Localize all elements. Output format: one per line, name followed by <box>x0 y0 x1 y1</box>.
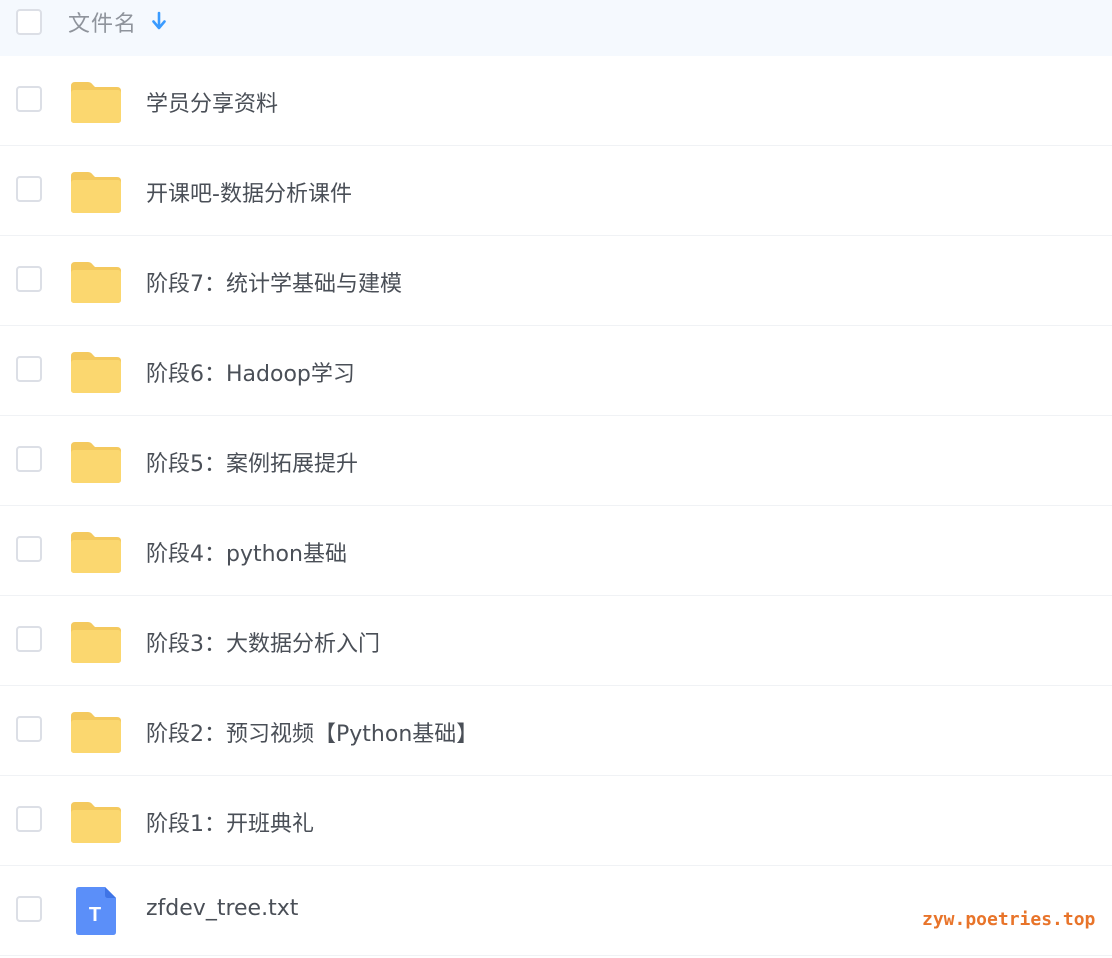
row-checkbox[interactable] <box>16 266 42 292</box>
folder-icon <box>71 712 121 753</box>
list-item[interactable]: 开课吧-数据分析课件 <box>0 146 1112 236</box>
file-name[interactable]: 阶段4：python基础 <box>146 536 347 568</box>
file-name[interactable]: 阶段5：案例拓展提升 <box>146 446 358 478</box>
list-item[interactable]: 阶段3：大数据分析入门 <box>0 596 1112 686</box>
file-type-letter: T <box>89 904 101 926</box>
arrow-down-icon[interactable] <box>150 10 168 32</box>
row-checkbox[interactable] <box>16 446 42 472</box>
list-item[interactable]: 阶段5：案例拓展提升 <box>0 416 1112 506</box>
file-name[interactable]: 开课吧-数据分析课件 <box>146 176 352 208</box>
row-checkbox[interactable] <box>16 356 42 382</box>
file-name[interactable]: 阶段7：统计学基础与建模 <box>146 266 402 298</box>
list-item[interactable]: 学员分享资料 <box>0 56 1112 146</box>
file-name[interactable]: 学员分享资料 <box>146 86 278 118</box>
row-checkbox[interactable] <box>16 536 42 562</box>
select-all-checkbox[interactable] <box>16 9 42 35</box>
folder-icon <box>71 262 121 303</box>
folder-icon <box>71 442 121 483</box>
row-checkbox[interactable] <box>16 176 42 202</box>
row-checkbox[interactable] <box>16 716 42 742</box>
folder-icon <box>71 172 121 213</box>
file-name[interactable]: 阶段3：大数据分析入门 <box>146 626 380 658</box>
file-list: 学员分享资料 开课吧-数据分析课件 阶段7：统计学基础与建模 阶段6：Hadoo… <box>0 56 1112 956</box>
list-item[interactable]: 阶段2：预习视频【Python基础】 <box>0 686 1112 776</box>
text-file-icon: T <box>76 887 116 935</box>
folder-icon <box>71 802 121 843</box>
folder-icon <box>71 532 121 573</box>
list-item[interactable]: 阶段7：统计学基础与建模 <box>0 236 1112 326</box>
file-name[interactable]: zfdev_tree.txt <box>146 896 298 921</box>
row-checkbox[interactable] <box>16 806 42 832</box>
folder-icon <box>71 82 121 123</box>
row-checkbox[interactable] <box>16 626 42 652</box>
file-name[interactable]: 阶段6：Hadoop学习 <box>146 356 355 388</box>
list-item[interactable]: 阶段1：开班典礼 <box>0 776 1112 866</box>
folder-icon <box>71 352 121 393</box>
file-name[interactable]: 阶段2：预习视频【Python基础】 <box>146 716 478 748</box>
column-header-filename[interactable]: 文件名 <box>68 6 137 38</box>
folder-icon <box>71 622 121 663</box>
watermark-text: zyw.poetries.top <box>922 909 1096 930</box>
list-item[interactable]: 阶段4：python基础 <box>0 506 1112 596</box>
file-list-header: 文件名 <box>0 0 1112 56</box>
list-item[interactable]: 阶段6：Hadoop学习 <box>0 326 1112 416</box>
row-checkbox[interactable] <box>16 86 42 112</box>
row-checkbox[interactable] <box>16 896 42 922</box>
file-name[interactable]: 阶段1：开班典礼 <box>146 806 314 838</box>
